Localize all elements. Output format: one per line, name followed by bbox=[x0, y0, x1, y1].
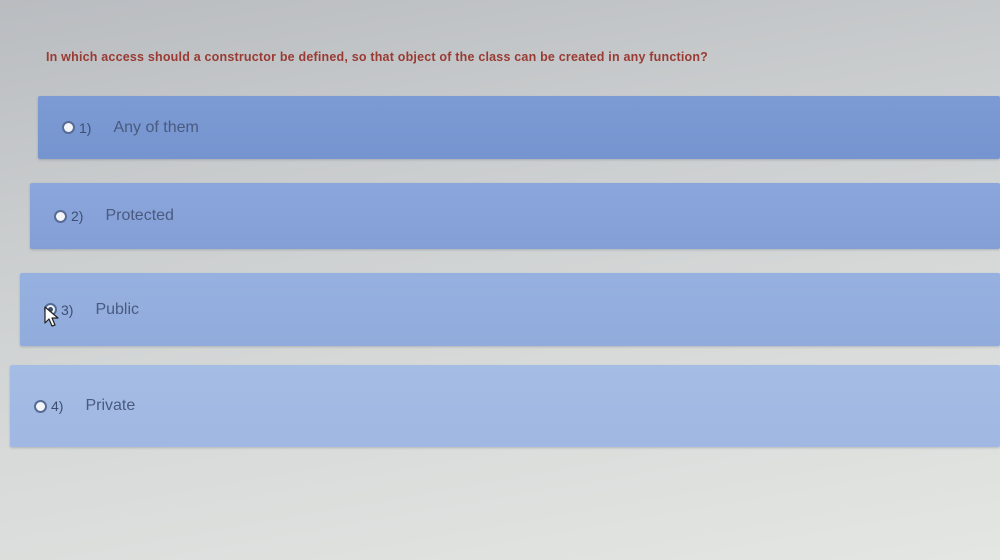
option-number: 2) bbox=[71, 208, 84, 224]
radio-button-icon[interactable] bbox=[34, 399, 47, 413]
option-number: 1) bbox=[79, 119, 92, 136]
radio-button-icon[interactable] bbox=[54, 209, 67, 223]
option-label[interactable]: Protected bbox=[105, 207, 173, 225]
radio-button-icon[interactable] bbox=[62, 121, 75, 134]
mouse-pointer-icon bbox=[44, 306, 59, 327]
option-number: 3) bbox=[61, 301, 74, 318]
question-text: In which access should a constructor be … bbox=[46, 50, 709, 64]
option-label[interactable]: Any of them bbox=[113, 119, 198, 137]
answer-option-1[interactable]: 1) Any of them bbox=[38, 96, 1000, 159]
answer-option-3[interactable]: 3) Public bbox=[20, 273, 1000, 346]
option-number: 4) bbox=[51, 398, 64, 414]
answer-option-2[interactable]: 2) Protected bbox=[30, 183, 1000, 249]
answer-option-4[interactable]: 4) Private bbox=[10, 365, 1000, 447]
option-label[interactable]: Private bbox=[85, 397, 135, 415]
option-label[interactable]: Public bbox=[95, 301, 139, 319]
question-header: In which access should a constructor be … bbox=[36, 40, 1000, 74]
